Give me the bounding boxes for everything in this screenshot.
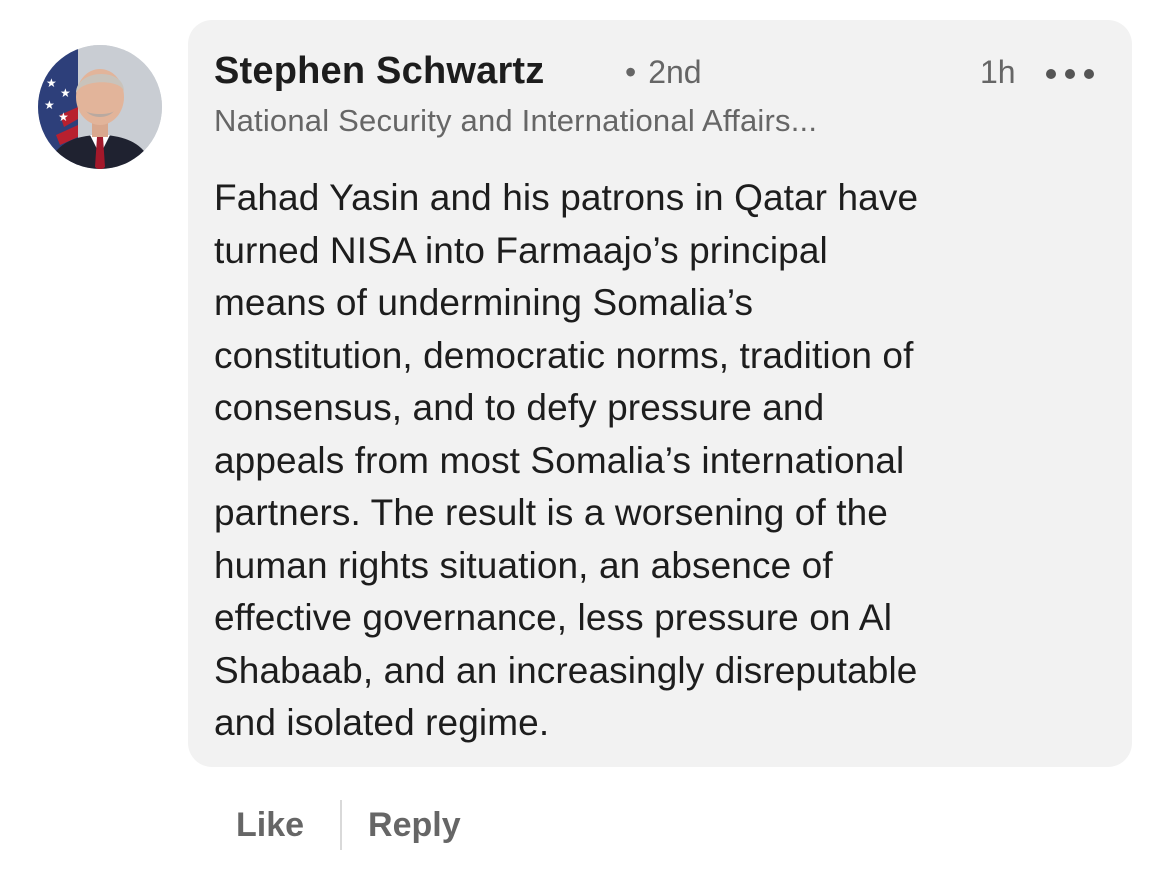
- comment-line: means of undermining Somalia’s: [214, 282, 754, 323]
- action-divider: [340, 800, 343, 850]
- avatar-photo: ★ ★ ★ ★: [38, 45, 162, 169]
- connection-degree: • 2nd: [625, 54, 702, 91]
- comment-line: human rights situation, an absence of: [214, 544, 833, 586]
- reply-button[interactable]: Reply: [368, 806, 461, 845]
- author-headline: National Security and International Affa…: [214, 103, 818, 138]
- svg-text:★: ★: [60, 86, 71, 100]
- author-name[interactable]: Stephen Schwartz: [214, 50, 545, 93]
- comment-line: partners. The result is a worsening of t…: [214, 492, 888, 533]
- svg-text:★: ★: [44, 98, 55, 112]
- more-dot: [1046, 69, 1056, 79]
- svg-text:★: ★: [46, 76, 57, 90]
- more-dot: [1084, 69, 1094, 79]
- separator-dot: •: [625, 54, 637, 90]
- more-dot: [1065, 69, 1075, 79]
- comment-line: Fahad Yasin and his patrons in Qatar hav…: [214, 177, 919, 218]
- more-options-icon[interactable]: [1046, 66, 1094, 82]
- author-avatar[interactable]: ★ ★ ★ ★: [38, 45, 162, 169]
- comment-line: consensus, and to defy pressure and: [214, 387, 825, 428]
- comment-line: and isolated regime.: [214, 702, 550, 743]
- comment-text: Fahad Yasin and his patrons in Qatar hav…: [214, 172, 918, 750]
- comment-line: Shabaab, and an increasingly disreputabl…: [214, 649, 918, 691]
- svg-text:★: ★: [58, 110, 69, 124]
- comment-actions: Like Reply: [236, 800, 461, 850]
- comment-line: turned NISA into Farmaajo’s principal: [214, 229, 828, 271]
- degree-label: 2nd: [648, 54, 702, 90]
- comment-timestamp: 1h: [980, 54, 1016, 90]
- comment-line: appeals from most Somalia’s internationa…: [214, 439, 905, 481]
- comment-line: effective governance, less pressure on A…: [214, 597, 893, 638]
- like-button[interactable]: Like: [236, 806, 304, 845]
- comment-line: constitution, democratic norms, traditio…: [214, 334, 914, 376]
